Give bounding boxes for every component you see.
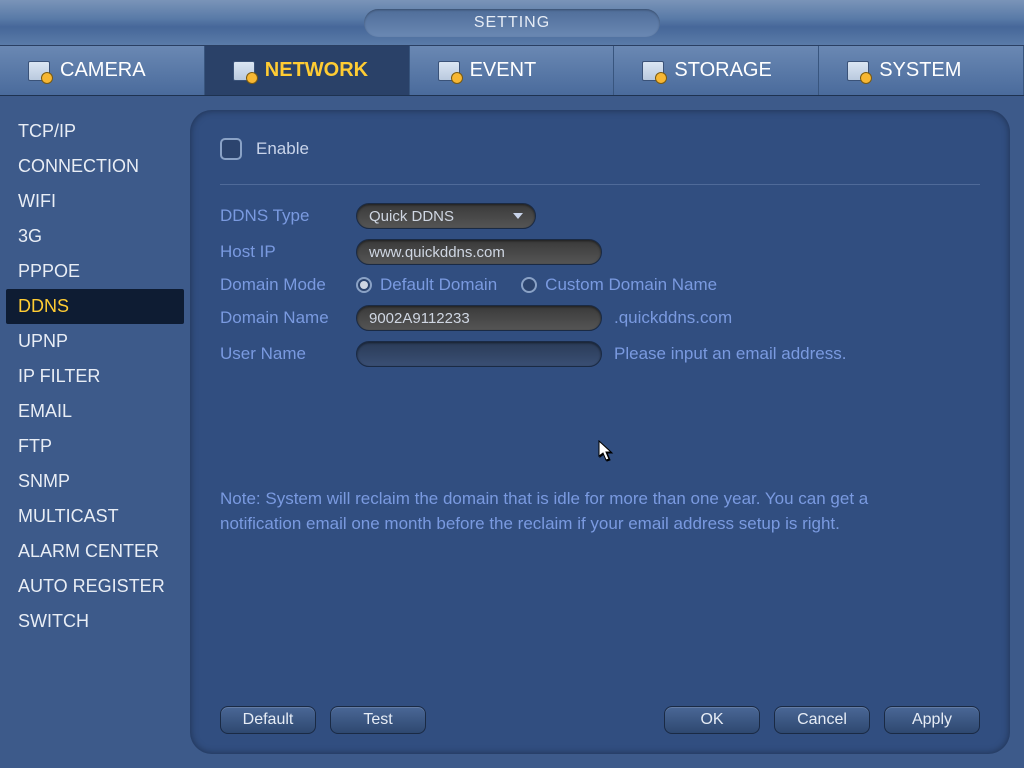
- tab-event[interactable]: EVENT: [410, 46, 615, 95]
- default-button[interactable]: Default: [220, 706, 316, 734]
- reclaim-note: Note: System will reclaim the domain tha…: [220, 487, 940, 536]
- event-icon: [438, 61, 460, 81]
- window-title: SETTING: [364, 9, 660, 37]
- sidebar-item-snmp[interactable]: SNMP: [0, 464, 190, 499]
- camera-icon: [28, 61, 50, 81]
- ddns-type-select[interactable]: Quick DDNS: [356, 203, 536, 229]
- tab-network[interactable]: NETWORK: [205, 46, 410, 95]
- system-icon: [847, 61, 869, 81]
- sidebar-item-wifi[interactable]: WIFI: [0, 184, 190, 219]
- mouse-cursor-icon: [598, 440, 614, 462]
- title-bar: SETTING: [0, 0, 1024, 46]
- main-tab-bar: CAMERA NETWORK EVENT STORAGE SYSTEM: [0, 46, 1024, 96]
- user-name-hint: Please input an email address.: [614, 344, 846, 364]
- domain-mode-group: Default Domain Custom Domain Name: [356, 275, 717, 295]
- enable-row: Enable: [220, 138, 980, 160]
- domain-name-suffix: .quickddns.com: [614, 308, 732, 328]
- tab-system[interactable]: SYSTEM: [819, 46, 1024, 95]
- ok-button[interactable]: OK: [664, 706, 760, 734]
- domain-mode-label: Domain Mode: [220, 275, 356, 295]
- host-ip-field[interactable]: www.quickddns.com: [356, 239, 602, 265]
- domain-mode-default-radio[interactable]: Default Domain: [356, 275, 497, 295]
- tab-label: EVENT: [470, 59, 537, 82]
- sidebar-item-ddns[interactable]: DDNS: [6, 289, 184, 324]
- radio-label-text: Default Domain: [380, 275, 497, 295]
- settings-panel: Enable DDNS Type Quick DDNS Host IP www.…: [190, 110, 1010, 754]
- domain-name-value: 9002A9112233: [369, 310, 470, 327]
- tab-label: NETWORK: [265, 59, 368, 82]
- cancel-button[interactable]: Cancel: [774, 706, 870, 734]
- user-name-label: User Name: [220, 344, 356, 364]
- host-ip-label: Host IP: [220, 242, 356, 262]
- test-button[interactable]: Test: [330, 706, 426, 734]
- tab-label: STORAGE: [674, 59, 771, 82]
- domain-mode-custom-radio[interactable]: Custom Domain Name: [521, 275, 717, 295]
- sidebar-item-ipfilter[interactable]: IP FILTER: [0, 359, 190, 394]
- sidebar-item-switch[interactable]: SWITCH: [0, 604, 190, 639]
- domain-name-field[interactable]: 9002A9112233: [356, 305, 602, 331]
- tab-camera[interactable]: CAMERA: [0, 46, 205, 95]
- ddns-type-label: DDNS Type: [220, 206, 356, 226]
- tab-label: SYSTEM: [879, 59, 961, 82]
- chevron-down-icon: [513, 213, 523, 219]
- apply-button[interactable]: Apply: [884, 706, 980, 734]
- divider: [220, 184, 980, 185]
- sidebar-item-multicast[interactable]: MULTICAST: [0, 499, 190, 534]
- sidebar-item-alarmcenter[interactable]: ALARM CENTER: [0, 534, 190, 569]
- storage-icon: [642, 61, 664, 81]
- sidebar-item-connection[interactable]: CONNECTION: [0, 149, 190, 184]
- enable-checkbox[interactable]: [220, 138, 242, 160]
- user-name-field[interactable]: [356, 341, 602, 367]
- sidebar-item-upnp[interactable]: UPNP: [0, 324, 190, 359]
- tab-label: CAMERA: [60, 59, 146, 82]
- network-icon: [233, 61, 255, 81]
- button-row: Default Test OK Cancel Apply: [220, 682, 980, 734]
- sidebar-item-autoregister[interactable]: AUTO REGISTER: [0, 569, 190, 604]
- host-ip-value: www.quickddns.com: [369, 244, 505, 261]
- sidebar: TCP/IP CONNECTION WIFI 3G PPPOE DDNS UPN…: [0, 96, 190, 768]
- sidebar-item-tcpip[interactable]: TCP/IP: [0, 114, 190, 149]
- radio-icon: [356, 277, 372, 293]
- radio-icon: [521, 277, 537, 293]
- sidebar-item-email[interactable]: EMAIL: [0, 394, 190, 429]
- sidebar-item-3g[interactable]: 3G: [0, 219, 190, 254]
- domain-name-label: Domain Name: [220, 308, 356, 328]
- work-area: TCP/IP CONNECTION WIFI 3G PPPOE DDNS UPN…: [0, 96, 1024, 768]
- tab-storage[interactable]: STORAGE: [614, 46, 819, 95]
- radio-label-text: Custom Domain Name: [545, 275, 717, 295]
- enable-label: Enable: [256, 139, 309, 159]
- sidebar-item-pppoe[interactable]: PPPOE: [0, 254, 190, 289]
- sidebar-item-ftp[interactable]: FTP: [0, 429, 190, 464]
- ddns-type-value: Quick DDNS: [369, 208, 454, 225]
